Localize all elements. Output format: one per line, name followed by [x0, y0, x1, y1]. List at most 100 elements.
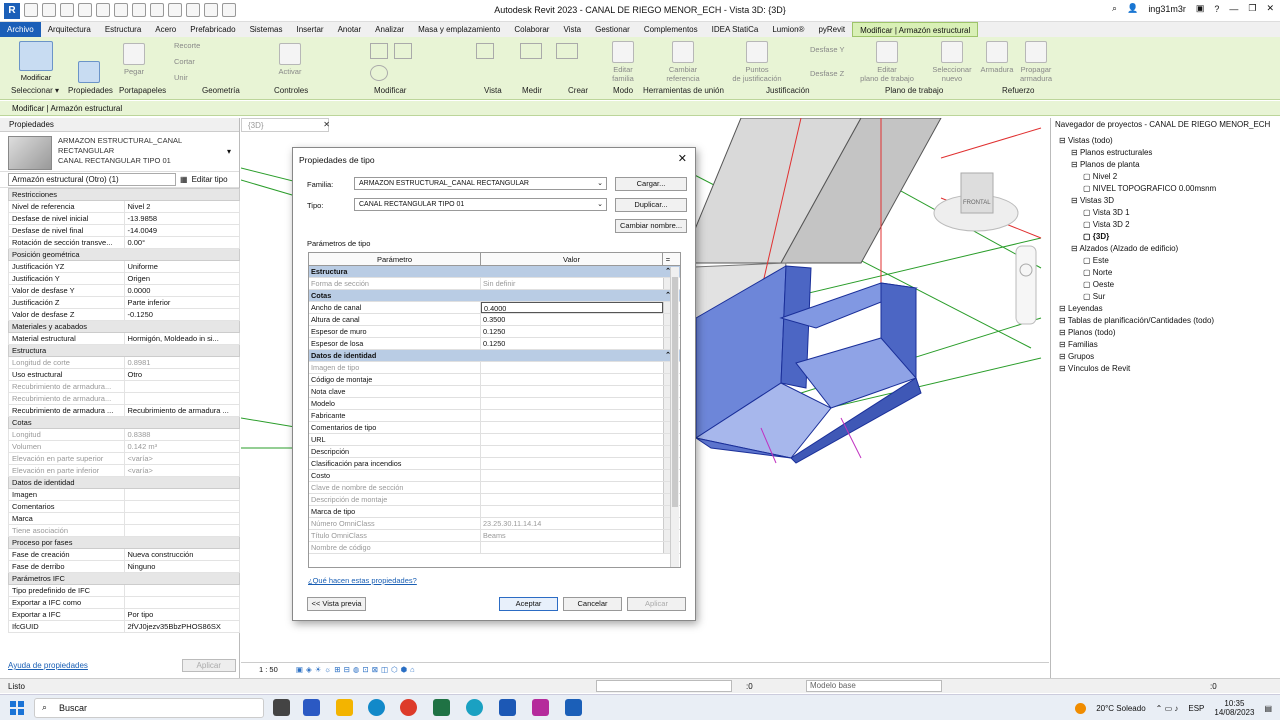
expand-icon[interactable]: ⊟ [1059, 340, 1068, 349]
measure-tool-icon[interactable] [520, 43, 542, 59]
property-value[interactable] [123, 512, 240, 525]
scrollbar-thumb[interactable] [672, 277, 678, 507]
tab-estructura[interactable]: Estructura [98, 25, 148, 34]
property-row[interactable]: IfcGUID 2fVJ0jezv35BbzPHOS86SX [8, 620, 240, 633]
offset-y-button[interactable]: Desfase Y [810, 45, 850, 54]
scale-display[interactable]: 1 : 50 [259, 665, 278, 674]
property-group[interactable]: Datos de identidad [8, 476, 240, 489]
taskbar-search[interactable]: ⌕ Buscar [34, 698, 264, 718]
property-value[interactable] [123, 584, 240, 597]
property-group[interactable]: Parámetros IFC [8, 572, 240, 585]
tab-modify-structural-framing[interactable]: Modificar | Armazón estructural [852, 22, 979, 37]
property-row[interactable]: Desfase de nivel final -14.0049 [8, 224, 240, 237]
rotate-icon[interactable] [370, 65, 388, 81]
chrome-icon[interactable] [400, 699, 417, 716]
parameter-value[interactable] [481, 410, 663, 421]
tray-icons[interactable]: ⌃ ▭ ♪ [1156, 704, 1179, 713]
tab-acero[interactable]: Acero [148, 25, 183, 34]
view-icon[interactable]: ▢ [1083, 220, 1093, 229]
tab-anotar[interactable]: Anotar [331, 25, 369, 34]
property-row[interactable]: Material estructural Hormigón, Moldeado i… [8, 332, 240, 345]
help-icon[interactable]: ? [1214, 4, 1219, 14]
autocad-icon[interactable] [499, 699, 516, 716]
tab-vista[interactable]: Vista [556, 25, 588, 34]
browser-node[interactable]: ▢ Vista 3D 1 [1083, 208, 1130, 217]
edge-icon[interactable] [368, 699, 385, 716]
parameter-row[interactable]: Ancho de canal 0.4000 [309, 302, 680, 314]
family-dropdown[interactable]: ARMAZON ESTRUCTURAL_CANAL RECTANGULAR ⌄ [354, 177, 607, 190]
design-option-dropdown[interactable]: Modelo base [806, 680, 942, 692]
property-value[interactable] [123, 500, 240, 513]
property-value[interactable]: Ninguno [123, 560, 240, 573]
expand-icon[interactable]: ⊟ [1059, 304, 1068, 313]
property-row[interactable]: Volumen 0.142 m³ [8, 440, 240, 453]
close-icon[interactable]: ✕ [323, 120, 330, 129]
property-value[interactable]: Uniforme [123, 260, 240, 273]
property-row[interactable]: Desfase de nivel inicial -13.9858 [8, 212, 240, 225]
app-icon-e[interactable] [466, 699, 483, 716]
property-row[interactable]: Imagen [8, 488, 240, 501]
browser-node[interactable]: ⊟ Tablas de planificación/Cantidades (to… [1059, 316, 1214, 325]
parameter-group[interactable]: Cotas ⌃ [309, 290, 680, 302]
edit-type-icon[interactable]: ▦ [180, 175, 188, 184]
view-icon[interactable]: ▢ [1083, 172, 1093, 181]
minimize-button[interactable]: — [1229, 4, 1238, 14]
propagate-rebar-button[interactable]: Propagar armadura [1016, 41, 1056, 83]
edit-family-button[interactable]: Editar familia [606, 41, 640, 83]
instance-filter-dropdown[interactable]: Armazón estructural (Otro) (1) [8, 173, 176, 186]
app-icon-1[interactable] [303, 699, 320, 716]
property-value[interactable]: 2fVJ0jezv35BbzPHOS86SX [123, 620, 240, 633]
tab-complementos[interactable]: Complementos [637, 25, 705, 34]
property-value[interactable]: Hormigón, Moldeado in si... [123, 332, 240, 345]
property-row[interactable]: Recubrimiento de armadura... [8, 392, 240, 405]
property-row[interactable]: Justificación Y Origen [8, 272, 240, 285]
browser-node[interactable]: ⊟ Planos de planta [1071, 160, 1140, 169]
parameter-row[interactable]: Nombre de código [309, 542, 680, 554]
parameter-value[interactable]: 0.3500 [481, 314, 663, 325]
property-group[interactable]: Materiales y acabados [8, 320, 240, 333]
apply-button[interactable]: Aplicar [181, 659, 236, 672]
browser-node[interactable]: ⊟ Planos estructurales [1071, 148, 1152, 157]
parameter-group[interactable]: Estructura ⌃ [309, 266, 680, 278]
parameter-value[interactable] [481, 398, 663, 409]
property-row[interactable]: Tipo predefinido de IFC [8, 584, 240, 597]
expand-icon[interactable]: ⊟ [1071, 196, 1080, 205]
property-value[interactable]: Parte inferior [123, 296, 240, 309]
task-view-icon[interactable] [273, 699, 290, 716]
rebar-button[interactable]: Armadura [978, 41, 1016, 74]
tab-lumion[interactable]: Lumion® [765, 25, 811, 34]
parameter-row[interactable]: Clasificación para incendios [309, 458, 680, 470]
view-icon[interactable]: ▢ [1083, 280, 1093, 289]
language[interactable]: ESP [1188, 704, 1204, 713]
parameter-value[interactable] [481, 422, 663, 433]
property-row[interactable]: Elevación en parte inferior <varía> [8, 464, 240, 477]
align-icon[interactable] [370, 43, 388, 59]
expand-icon[interactable]: ⊟ [1059, 316, 1068, 325]
property-row[interactable]: Uso estructural Otro [8, 368, 240, 381]
properties-help-link[interactable]: Ayuda de propiedades [8, 661, 88, 670]
tab-archivo[interactable]: Archivo [0, 22, 41, 37]
parameter-row[interactable]: Fabricante [309, 410, 680, 422]
parameter-row[interactable]: Descripción de montaje [309, 494, 680, 506]
browser-node[interactable]: ▢ NIVEL TOPOGRAFICO 0.00msnm [1083, 184, 1216, 193]
property-row[interactable]: Exportar a IFC Por tipo [8, 608, 240, 621]
preview-button[interactable]: << Vista previa [307, 597, 366, 611]
column-value[interactable]: Valor [481, 253, 663, 265]
pin-icon[interactable] [476, 43, 494, 59]
filter-count[interactable]: :0 [746, 682, 753, 691]
column-parameter[interactable]: Parámetro [309, 253, 481, 265]
excel-icon[interactable] [433, 699, 450, 716]
workset-dropdown[interactable] [596, 680, 732, 692]
browser-node[interactable]: ⊟ Familias [1059, 340, 1098, 349]
create-group-icon[interactable] [556, 43, 578, 59]
parameter-group[interactable]: Datos de identidad ⌃ [309, 350, 680, 362]
property-row[interactable]: Tiene asociación [8, 524, 240, 537]
maximize-button[interactable]: ❐ [1248, 3, 1256, 14]
notifications-icon[interactable]: ▤ [1264, 704, 1272, 713]
edit-workplane-button[interactable]: Editar plano de trabajo [856, 41, 918, 83]
user-icon[interactable]: 👤 [1127, 3, 1138, 14]
cut-geometry-button[interactable]: Recorte [174, 41, 222, 50]
parameter-value[interactable]: 0.4000 [481, 302, 663, 313]
browser-node[interactable]: ▢ {3D} [1083, 232, 1109, 241]
view-control-icons[interactable]: ▣◈☀☼⊞⊟◍⊡⊠◫⬡⬢⌂ [296, 665, 418, 674]
